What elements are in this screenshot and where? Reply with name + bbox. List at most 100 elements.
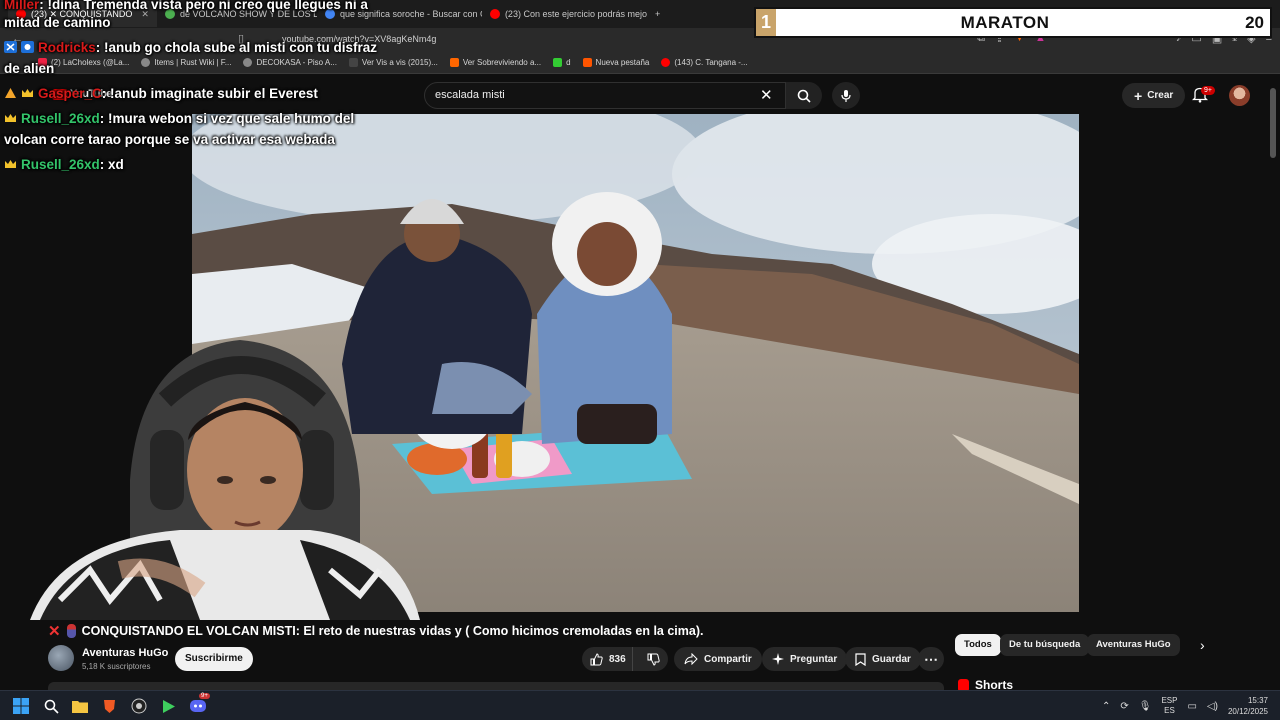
bookmark-item[interactable]: DECOKASA - Piso A... (243, 58, 337, 67)
play-app-icon[interactable] (160, 697, 178, 715)
system-tray: ⌃ ⟳ 🎙 ESP ES ▭ ◁) 15:37 20/12/2025 (1102, 691, 1280, 720)
share-arrow-icon (684, 653, 698, 665)
save-button[interactable]: Guardar (845, 647, 921, 671)
lang-region: ES (1164, 706, 1175, 715)
bookmark-item[interactable]: Ver Sobreviviendo a... (449, 58, 541, 67)
windows-taskbar: 9+ ⌃ ⟳ 🎙 ESP ES ▭ ◁) 15:37 20/12/2025 (0, 690, 1280, 720)
subscriber-count: 5,18 K suscriptores (82, 662, 151, 671)
chat-username: Rusell_26xd (21, 157, 100, 172)
language-indicator[interactable]: ESP ES (1161, 696, 1177, 716)
network-icon[interactable]: ▭ (1187, 701, 1196, 712)
search-icon[interactable] (42, 697, 60, 715)
new-tab-button[interactable]: + (647, 1, 668, 27)
windows-start-icon[interactable] (12, 697, 30, 715)
chat-message-continuation: volcan corre tarao porque se va activar … (4, 129, 335, 150)
marathon-rank: 1 (756, 9, 776, 36)
plus-icon: + (654, 9, 661, 19)
search-button[interactable] (786, 82, 822, 109)
more-actions-button[interactable]: ⋯ (918, 647, 944, 671)
bookmark-item[interactable]: Items | Rust Wiki | F... (141, 58, 231, 67)
screen: (23) ✕ CONQUISTANDO ✕ de VOLCANO SHOW Y … (0, 0, 1280, 720)
tab-4[interactable]: (23) Con este ejercicio podrás mejora (482, 1, 647, 27)
share-button[interactable]: Compartir (674, 647, 762, 671)
chat-text: : !dina Tremenda vista pero ni creo que … (39, 0, 368, 12)
chat-username: Gasper_C (38, 86, 102, 101)
marathon-count: 20 (1245, 13, 1264, 32)
file-explorer-icon[interactable] (71, 697, 89, 715)
chat-message: Gasper_C: !anub imaginate subir el Evere… (4, 83, 318, 104)
more-horizontal-icon: ⋯ (924, 651, 938, 667)
chip-channel[interactable]: Aventuras HuGo (1087, 634, 1180, 656)
save-label: Guardar (872, 653, 911, 665)
chat-message-continuation: mitad de camino (4, 12, 111, 33)
chevron-up-icon[interactable]: ⌃ (1102, 701, 1110, 712)
volume-icon[interactable]: ◁) (1207, 701, 1218, 712)
chat-text: volcan corre tarao porque se va activar … (4, 132, 335, 147)
chat-message: Rodricks: !anub go chola sube al misti c… (4, 37, 377, 58)
sparkle-icon (772, 653, 784, 665)
discord-icon[interactable] (189, 697, 207, 715)
like-button[interactable]: 836 (582, 647, 633, 671)
bookmark-item[interactable]: (143) C. Tangana -... (661, 58, 748, 67)
chat-badge-icon (4, 41, 17, 53)
search-input[interactable]: escalada misti (424, 82, 786, 109)
channel-name[interactable]: Aventuras HuGo (82, 647, 168, 659)
page-scrollbar[interactable] (1270, 88, 1276, 158)
channel-avatar[interactable] (48, 645, 74, 671)
chat-text: : xd (99, 157, 124, 172)
obs-icon[interactable] (130, 697, 148, 715)
video-title: ✕ CONQUISTANDO EL VOLCAN MISTI: El reto … (48, 621, 928, 641)
chat-text: : !anub imaginate subir el Everest (101, 86, 318, 101)
create-label: Crear (1147, 90, 1174, 101)
like-count: 836 (609, 653, 626, 665)
account-avatar[interactable] (1229, 85, 1250, 106)
chat-message-continuation: de alien (4, 58, 54, 79)
voice-search-button[interactable] (832, 82, 860, 109)
clock[interactable]: 15:37 20/12/2025 (1228, 695, 1268, 717)
discord-badge: 9+ (199, 693, 210, 699)
ask-label: Preguntar (790, 653, 838, 665)
thumbs-down-icon (647, 653, 660, 666)
video-title-text: CONQUISTANDO EL VOLCAN MISTI: El reto de… (81, 624, 704, 638)
tab-label: (23) Con este ejercicio podrás mejora (504, 9, 647, 19)
thumbs-up-icon (590, 652, 603, 665)
marathon-title: MARATON (960, 13, 1050, 32)
date: 20/12/2025 (1227, 707, 1268, 716)
plus-icon: + (1134, 87, 1143, 104)
notification-badge: 9+ (1201, 86, 1215, 95)
chip-all[interactable]: Todos (955, 634, 1001, 656)
crown-badge-icon (22, 89, 33, 97)
dislike-button[interactable] (639, 647, 669, 671)
globe-icon (141, 58, 151, 67)
chevron-right-icon[interactable]: › (1200, 637, 1205, 653)
webcam-image (30, 340, 420, 620)
ask-button[interactable]: Preguntar (762, 647, 848, 671)
chat-text: : !anub go chola sube al misti con tu di… (95, 40, 378, 55)
bookmark-favicon-icon (553, 58, 563, 67)
chip-from-search[interactable]: De tu búsqueda (1000, 634, 1090, 656)
bookmark-save-icon (855, 652, 866, 666)
search-icon (797, 89, 811, 103)
bookmark-item[interactable]: Nueva pestaña (582, 58, 649, 67)
brave-browser-icon[interactable] (100, 697, 118, 715)
microphone-icon (841, 89, 851, 102)
subscribe-button[interactable]: Suscribirme (175, 647, 253, 671)
chat-username: Rodricks (38, 40, 96, 55)
like-dislike-group: 836 (582, 647, 668, 671)
bookmark-item[interactable]: d (553, 58, 571, 67)
chat-text: mitad de camino (4, 15, 111, 30)
marathon-overlay: 1 MARATON 20 (754, 7, 1272, 38)
clear-search-icon[interactable]: ✕ (760, 86, 773, 104)
chat-badge-icon (21, 41, 34, 53)
chat-message: Rusell_26xd: xd (4, 154, 124, 175)
bookmark-item[interactable]: Ver Vis a vis (2015)... (348, 58, 438, 67)
sync-icon[interactable]: ⟳ (1120, 701, 1128, 712)
microphone-icon[interactable]: 🎙 (1139, 701, 1152, 712)
brave-favicon-icon (582, 58, 592, 67)
create-button[interactable]: + Crear (1122, 83, 1186, 108)
time: 15:37 (1247, 696, 1268, 705)
title-prefix: ✕ (48, 623, 61, 640)
youtube-favicon-icon (489, 9, 500, 19)
streamer-webcam (0, 340, 430, 620)
chat-username: Miller (4, 0, 40, 12)
